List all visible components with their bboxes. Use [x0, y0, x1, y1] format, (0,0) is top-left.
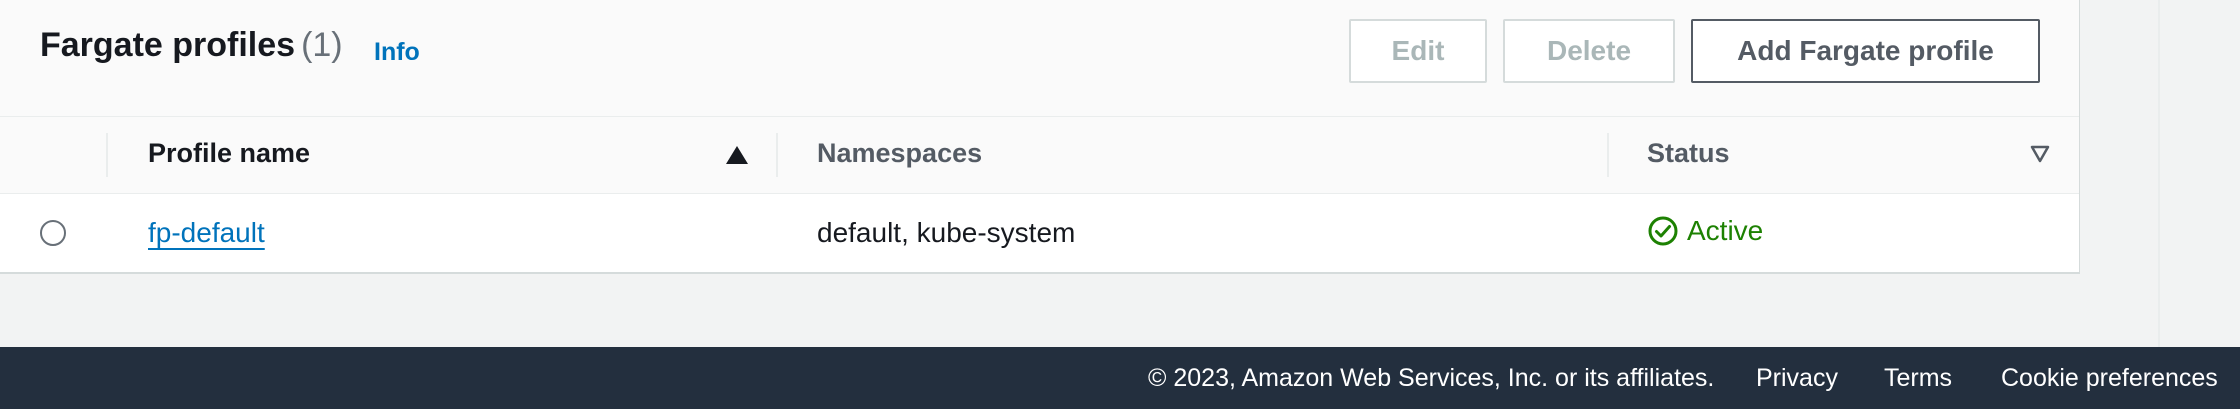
- column-divider: [776, 133, 778, 177]
- column-header-profile-name[interactable]: Profile name: [148, 138, 310, 169]
- page-footer: © 2023, Amazon Web Services, Inc. or its…: [0, 347, 2240, 409]
- table-header: Profile name Namespaces Status: [0, 117, 2079, 194]
- privacy-link[interactable]: Privacy: [1756, 364, 1838, 393]
- edit-button[interactable]: Edit: [1349, 19, 1487, 83]
- profile-name-link[interactable]: fp-default: [148, 217, 265, 249]
- add-fargate-profile-button[interactable]: Add Fargate profile: [1691, 19, 2040, 83]
- panel-title: Fargate profiles (1): [40, 26, 343, 65]
- check-circle-icon: [1648, 216, 1678, 246]
- column-header-namespaces: Namespaces: [817, 138, 983, 168]
- row-select-radio[interactable]: [40, 220, 66, 246]
- column-header-status[interactable]: Status: [1647, 138, 1730, 169]
- fargate-profiles-panel: Fargate profiles (1) Info Edit Delete Add…: [0, 0, 2080, 274]
- page-edge-divider: [2158, 0, 2160, 347]
- sort-descending-icon[interactable]: [2030, 145, 2050, 163]
- status-cell: Active: [1647, 215, 1763, 247]
- column-divider: [106, 133, 108, 177]
- terms-link[interactable]: Terms: [1884, 364, 1952, 393]
- table-row: fp-default default, kube-system Active: [0, 194, 2079, 272]
- cookie-preferences-link[interactable]: Cookie preferences: [2001, 364, 2218, 393]
- column-divider: [1607, 133, 1609, 177]
- profile-count: (1): [301, 26, 343, 64]
- panel-header: Fargate profiles (1) Info Edit Delete Add…: [0, 0, 2079, 117]
- sort-ascending-icon[interactable]: [726, 146, 748, 164]
- panel-title-text: Fargate profiles: [40, 26, 296, 64]
- delete-button[interactable]: Delete: [1503, 19, 1675, 83]
- namespaces-cell: default, kube-system: [817, 217, 1076, 248]
- info-link[interactable]: Info: [374, 38, 420, 67]
- copyright-text: © 2023, Amazon Web Services, Inc. or its…: [1148, 364, 1715, 392]
- status-label: Active: [1687, 215, 1764, 246]
